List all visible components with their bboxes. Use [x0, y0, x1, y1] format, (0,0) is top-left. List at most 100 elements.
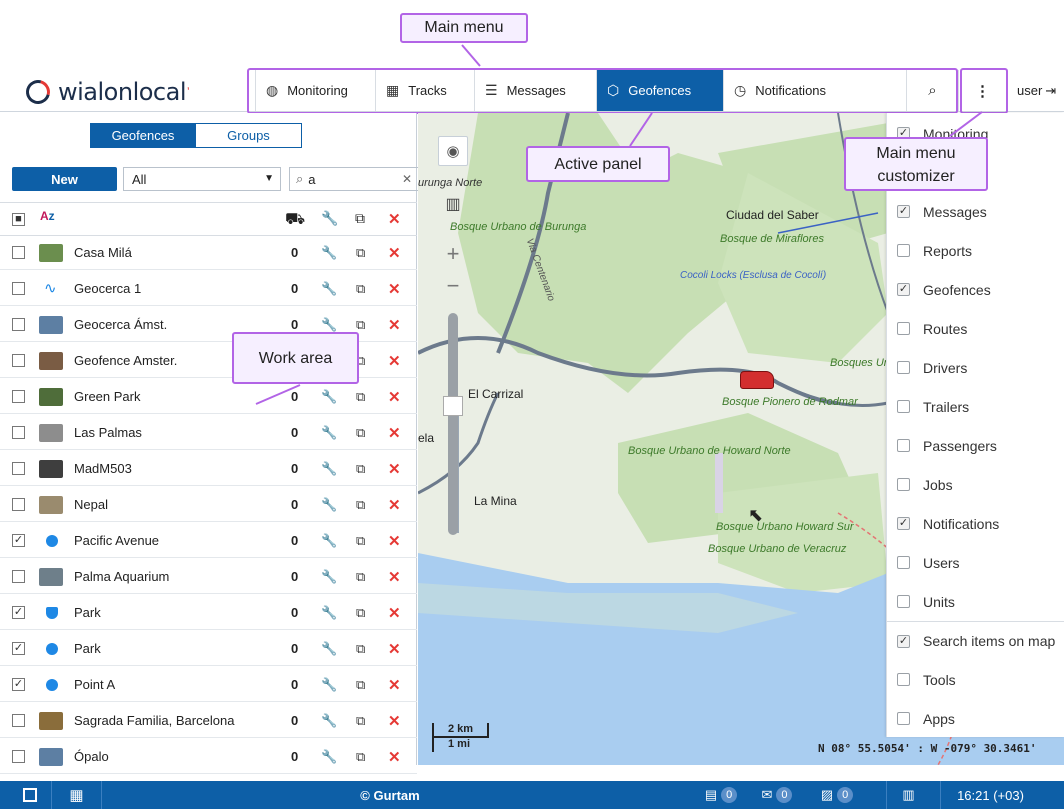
- geofence-name[interactable]: Green Park: [74, 389, 140, 404]
- delete-icon[interactable]: ✕: [388, 676, 401, 694]
- copy-icon[interactable]: ⧉: [356, 281, 365, 297]
- customizer-checkbox[interactable]: [897, 556, 910, 569]
- wrench-icon[interactable]: 🔧: [321, 425, 337, 441]
- wrench-icon[interactable]: 🔧: [321, 533, 337, 549]
- row-checkbox[interactable]: [12, 462, 25, 475]
- notifications-counter[interactable]: ✉ 0: [752, 781, 802, 809]
- customizer-checkbox[interactable]: [897, 712, 910, 725]
- customizer-checkbox[interactable]: [897, 478, 910, 491]
- table-row[interactable]: ✓ Park 0 🔧 ⧉ ✕: [0, 632, 417, 666]
- layers-visibility-button[interactable]: ◉: [438, 136, 468, 166]
- table-row[interactable]: ✓ Pacific Avenue 0 🔧 ⧉ ✕: [0, 524, 417, 558]
- geofence-name[interactable]: Las Palmas: [74, 425, 142, 440]
- copy-icon[interactable]: ⧉: [356, 317, 365, 333]
- copy-icon[interactable]: ⧉: [356, 425, 365, 441]
- wrench-icon[interactable]: 🔧: [321, 569, 337, 585]
- copy-icon[interactable]: ⧉: [356, 533, 365, 549]
- customizer-checkbox[interactable]: [897, 595, 910, 608]
- delete-icon[interactable]: ✕: [388, 604, 401, 622]
- layout-toggle-button[interactable]: ▥: [886, 781, 930, 809]
- copy-icon[interactable]: ⧉: [356, 497, 365, 513]
- delete-icon[interactable]: ✕: [388, 460, 401, 478]
- wialon-logo[interactable]: wialonlocal ʼ: [21, 75, 190, 109]
- copy-icon[interactable]: ⧉: [356, 461, 365, 477]
- copy-icon[interactable]: ⧉: [356, 569, 365, 585]
- geofence-name[interactable]: Park: [74, 641, 101, 656]
- map-source-button[interactable]: ▥: [438, 189, 468, 219]
- customizer-item[interactable]: Apps: [887, 699, 1064, 738]
- wrench-icon[interactable]: 🔧: [321, 281, 337, 297]
- zoom-out-button[interactable]: −: [438, 271, 468, 301]
- delete-icon[interactable]: ✕: [388, 316, 401, 334]
- wrench-icon[interactable]: 🔧: [321, 605, 337, 621]
- row-checkbox[interactable]: [12, 426, 25, 439]
- search-input[interactable]: ⌕ a ✕: [289, 167, 419, 191]
- row-checkbox[interactable]: [12, 390, 25, 403]
- customizer-item[interactable]: Routes: [887, 309, 1064, 348]
- customizer-item[interactable]: Trailers: [887, 387, 1064, 426]
- geofence-name[interactable]: Park: [74, 605, 101, 620]
- select-all-checkbox[interactable]: ■: [12, 213, 25, 226]
- delete-icon[interactable]: ✕: [388, 640, 401, 658]
- delete-icon[interactable]: ✕: [388, 388, 401, 406]
- customizer-item[interactable]: Tools: [887, 660, 1064, 699]
- sort-az-icon[interactable]: Az: [40, 209, 55, 223]
- customizer-item[interactable]: ✓ Geofences: [887, 270, 1064, 309]
- row-checkbox[interactable]: [12, 282, 25, 295]
- messages-counter[interactable]: ▤ 0: [700, 781, 742, 809]
- toggle-panel-button[interactable]: [8, 781, 52, 809]
- table-row[interactable]: ✓ Point A 0 🔧 ⧉ ✕: [0, 668, 417, 702]
- table-row[interactable]: Palma Aquarium 0 🔧 ⧉ ✕: [0, 560, 417, 594]
- tab-geofences[interactable]: Geofences: [90, 123, 196, 148]
- delete-icon[interactable]: ✕: [388, 568, 401, 586]
- table-row[interactable]: ✓ Park 0 🔧 ⧉ ✕: [0, 596, 417, 630]
- row-checkbox[interactable]: [12, 750, 25, 763]
- table-row[interactable]: Ópalo 0 🔧 ⧉ ✕: [0, 740, 417, 774]
- geofence-name[interactable]: Geocerca 1: [74, 281, 141, 296]
- geofence-name[interactable]: MadM503: [74, 461, 132, 476]
- delete-icon[interactable]: ✕: [388, 712, 401, 730]
- row-checkbox[interactable]: ✓: [12, 642, 25, 655]
- geofence-name[interactable]: Sagrada Familia, Barcelona: [74, 713, 234, 728]
- customizer-checkbox[interactable]: [897, 673, 910, 686]
- table-row[interactable]: MadM503 0 🔧 ⧉ ✕: [0, 452, 417, 486]
- delete-icon[interactable]: ✕: [388, 352, 401, 370]
- customizer-checkbox[interactable]: [897, 322, 910, 335]
- delete-icon[interactable]: ✕: [388, 748, 401, 766]
- row-checkbox[interactable]: [12, 318, 25, 331]
- filter-select[interactable]: All ▼: [123, 167, 281, 191]
- row-checkbox[interactable]: [12, 570, 25, 583]
- geofence-name[interactable]: Pacific Avenue: [74, 533, 159, 548]
- table-row[interactable]: Las Palmas 0 🔧 ⧉ ✕: [0, 416, 417, 450]
- zoom-slider[interactable]: [448, 313, 458, 535]
- zoom-slider-handle[interactable]: [443, 396, 463, 416]
- wrench-icon[interactable]: 🔧: [321, 497, 337, 513]
- wrench-icon[interactable]: 🔧: [321, 749, 337, 765]
- vehicle-marker-icon[interactable]: [740, 371, 774, 389]
- copy-icon[interactable]: ⧉: [356, 605, 365, 621]
- table-row[interactable]: ∿ Geocerca 1 0 🔧 ⧉ ✕: [0, 272, 417, 306]
- table-row[interactable]: Sagrada Familia, Barcelona 0 🔧 ⧉ ✕: [0, 704, 417, 738]
- events-counter[interactable]: ▨ 0: [812, 781, 862, 809]
- copy-icon[interactable]: ⧉: [356, 245, 365, 261]
- geofence-name[interactable]: Point A: [74, 677, 115, 692]
- apps-grid-button[interactable]: ▦: [52, 781, 102, 809]
- customizer-item[interactable]: Passengers: [887, 426, 1064, 465]
- copy-icon[interactable]: ⧉: [356, 713, 365, 729]
- customizer-checkbox[interactable]: [897, 361, 910, 374]
- delete-icon[interactable]: ✕: [388, 244, 401, 262]
- copy-icon[interactable]: ⧉: [356, 641, 365, 657]
- customizer-item[interactable]: ✓ Notifications: [887, 504, 1064, 543]
- customizer-checkbox[interactable]: ✓: [897, 517, 910, 530]
- new-geofence-button[interactable]: New: [12, 167, 117, 191]
- wrench-icon[interactable]: 🔧: [321, 317, 337, 333]
- customizer-checkbox[interactable]: ✓: [897, 205, 910, 218]
- row-checkbox[interactable]: [12, 498, 25, 511]
- wrench-icon[interactable]: 🔧: [321, 389, 337, 405]
- wrench-icon[interactable]: 🔧: [321, 677, 337, 693]
- customizer-checkbox[interactable]: [897, 439, 910, 452]
- delete-icon[interactable]: ✕: [388, 424, 401, 442]
- user-menu[interactable]: user ⇥: [1006, 70, 1064, 111]
- tab-groups[interactable]: Groups: [196, 123, 302, 148]
- customizer-checkbox[interactable]: ✓: [897, 634, 910, 648]
